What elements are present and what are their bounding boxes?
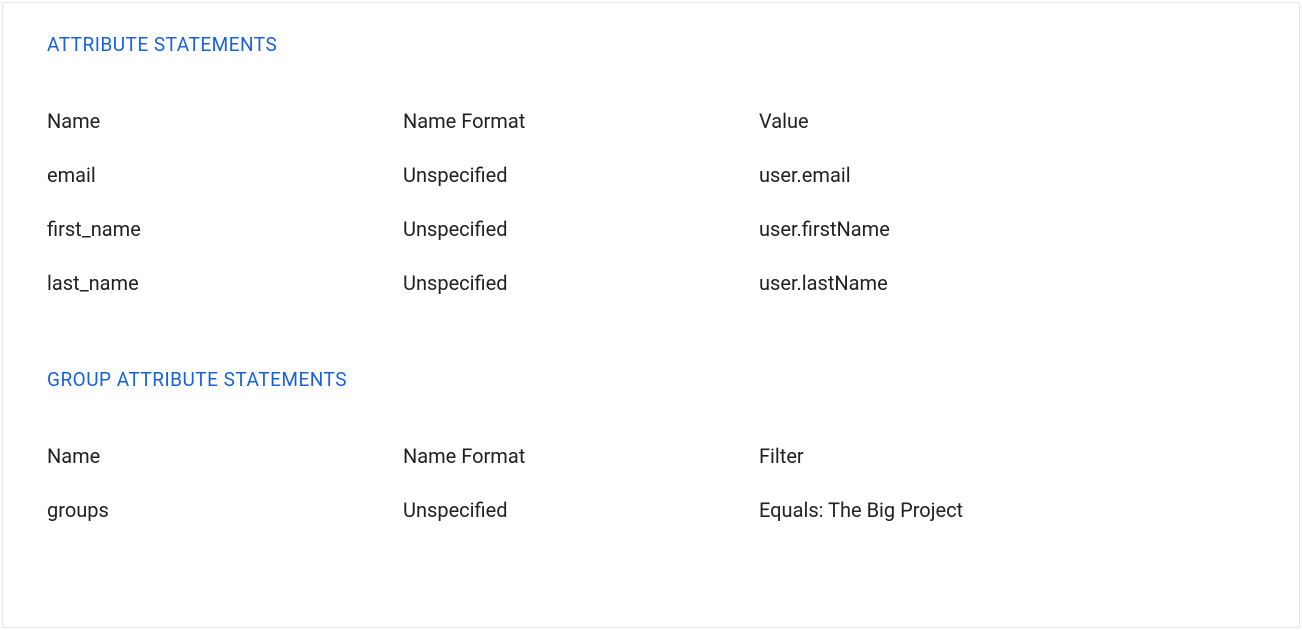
col-header-value: Value: [759, 94, 1255, 148]
attr-value: user.email: [759, 148, 1255, 202]
table-row: email Unspecified user.email: [47, 148, 1255, 202]
table-row: last_name Unspecified user.lastName: [47, 256, 1255, 310]
table-row: groups Unspecified Equals: The Big Proje…: [47, 483, 1255, 537]
col-header-name: Name: [47, 429, 403, 483]
attribute-table-header: Name Name Format Value: [47, 94, 1255, 148]
attr-name: first_name: [47, 202, 403, 256]
attr-name-format: Unspecified: [403, 202, 759, 256]
col-header-name-format: Name Format: [403, 94, 759, 148]
col-header-name: Name: [47, 94, 403, 148]
group-table-header: Name Name Format Filter: [47, 429, 1255, 483]
group-attr-filter: Equals: The Big Project: [759, 483, 1255, 537]
group-attr-name-format: Unspecified: [403, 483, 759, 537]
table-row: first_name Unspecified user.firstName: [47, 202, 1255, 256]
col-header-name-format: Name Format: [403, 429, 759, 483]
group-attr-name: groups: [47, 483, 403, 537]
attr-value: user.lastName: [759, 256, 1255, 310]
attributes-panel: ATTRIBUTE STATEMENTS Name Name Format Va…: [2, 2, 1300, 628]
attr-name-format: Unspecified: [403, 256, 759, 310]
attr-name: last_name: [47, 256, 403, 310]
attribute-statements-heading: ATTRIBUTE STATEMENTS: [47, 33, 1255, 56]
attr-name-format: Unspecified: [403, 148, 759, 202]
col-header-filter: Filter: [759, 429, 1255, 483]
attr-name: email: [47, 148, 403, 202]
group-attribute-statements-heading: GROUP ATTRIBUTE STATEMENTS: [47, 368, 1255, 391]
attr-value: user.firstName: [759, 202, 1255, 256]
